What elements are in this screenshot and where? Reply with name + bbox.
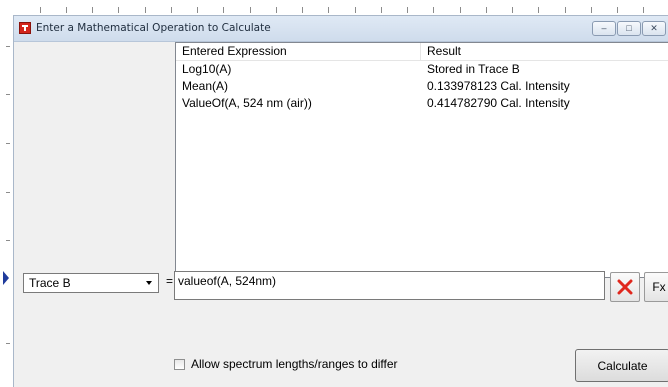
ruler-tick	[512, 7, 513, 13]
minimize-button[interactable]: –	[592, 21, 616, 36]
ruler-tick	[486, 7, 487, 13]
ruler-tick	[250, 7, 251, 13]
math-operation-dialog: Enter a Mathematical Operation to Calcul…	[13, 15, 668, 387]
list-header: Entered Expression Result	[176, 43, 668, 61]
ruler-tick	[355, 7, 356, 13]
column-header-expression[interactable]: Entered Expression	[182, 44, 287, 58]
ruler-tick	[302, 7, 303, 13]
ruler-tick	[92, 7, 93, 13]
window-title: Enter a Mathematical Operation to Calcul…	[36, 22, 271, 34]
column-divider[interactable]	[420, 43, 421, 60]
ruler-tick	[118, 7, 119, 13]
ruler-tick	[591, 7, 592, 13]
row-expression: Mean(A)	[182, 79, 229, 93]
clear-expression-button[interactable]	[610, 272, 640, 302]
function-button[interactable]: Fx	[644, 272, 668, 302]
ruler-tick	[223, 7, 224, 13]
red-x-icon	[617, 279, 633, 295]
row-result: 0.133978123 Cal. Intensity	[427, 79, 570, 93]
cursor-marker-icon	[3, 271, 9, 285]
ruler-tick	[381, 7, 382, 13]
ruler-tick	[6, 240, 10, 241]
allow-differ-checkbox[interactable]	[174, 358, 185, 370]
close-button[interactable]: ✕	[642, 21, 666, 36]
ruler-tick	[538, 7, 539, 13]
background-ruler	[0, 0, 668, 15]
ruler-tick	[40, 7, 41, 13]
ruler-tick	[6, 46, 10, 47]
equals-sign: =	[166, 274, 174, 288]
chevron-down-icon	[146, 281, 152, 285]
title-bar: Enter a Mathematical Operation to Calcul…	[14, 16, 668, 42]
allow-differ-option[interactable]: Allow spectrum lengths/ranges to differ	[174, 357, 398, 371]
ruler-tick	[328, 7, 329, 13]
ruler-tick	[6, 94, 10, 95]
ruler-tick	[460, 7, 461, 13]
row-expression: Log10(A)	[182, 62, 232, 76]
list-row[interactable]: Log10(A) Stored in Trace B	[176, 61, 668, 78]
ruler-tick	[565, 7, 566, 13]
ruler-tick	[407, 7, 408, 13]
row-result: Stored in Trace B	[427, 62, 520, 76]
window-controls: – □ ✕	[592, 21, 666, 36]
ruler-tick	[643, 7, 644, 13]
ruler-tick	[66, 7, 67, 13]
app-icon	[19, 22, 31, 34]
row-result: 0.414782790 Cal. Intensity	[427, 96, 570, 110]
expression-input[interactable]: valueof(A, 524nm)	[174, 271, 605, 300]
target-trace-select[interactable]: Trace B	[23, 273, 159, 293]
ruler-tick	[617, 7, 618, 13]
list-row[interactable]: ValueOf(A, 524 nm (air)) 0.414782790 Cal…	[176, 95, 668, 112]
ruler-tick	[433, 7, 434, 13]
ruler-tick	[6, 192, 10, 193]
ruler-tick	[197, 7, 198, 13]
ruler-tick	[276, 7, 277, 13]
calculate-button[interactable]: Calculate	[575, 349, 668, 382]
ruler-tick	[171, 7, 172, 13]
allow-differ-label: Allow spectrum lengths/ranges to differ	[191, 357, 398, 371]
list-row[interactable]: Mean(A) 0.133978123 Cal. Intensity	[176, 78, 668, 95]
target-trace-value: Trace B	[29, 276, 71, 290]
ruler-tick	[6, 143, 10, 144]
column-header-result[interactable]: Result	[427, 44, 461, 58]
row-expression: ValueOf(A, 524 nm (air))	[182, 96, 312, 110]
expression-results-list[interactable]: Entered Expression Result Log10(A) Store…	[175, 42, 668, 278]
ruler-tick	[145, 7, 146, 13]
ruler-tick	[6, 343, 10, 344]
maximize-button[interactable]: □	[617, 21, 641, 36]
